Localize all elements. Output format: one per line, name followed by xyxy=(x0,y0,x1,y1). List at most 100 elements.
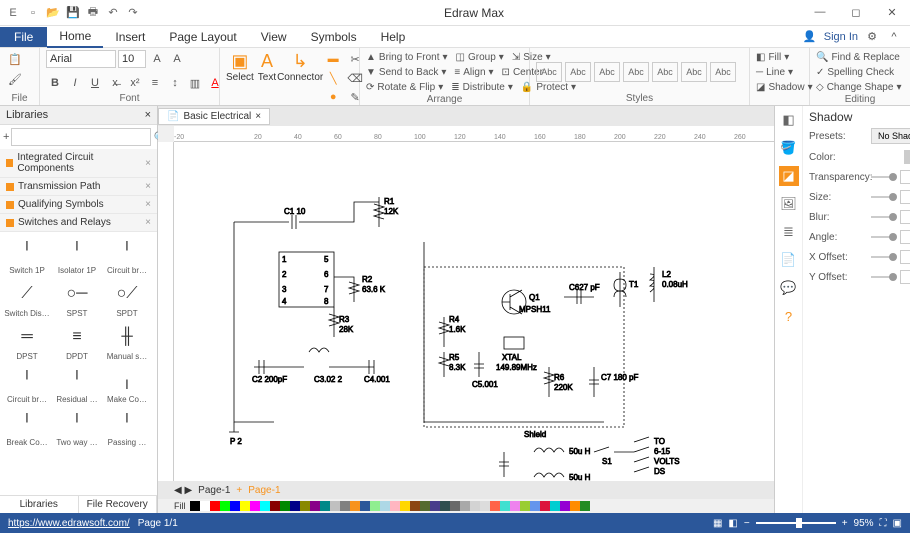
libtab-file-recovery[interactable]: File Recovery xyxy=(79,496,158,513)
list-item[interactable]: ○─SPST xyxy=(54,279,100,318)
libcat-1[interactable]: Transmission Path× xyxy=(0,178,157,196)
help-icon[interactable]: ? xyxy=(779,306,799,326)
comment-icon[interactable]: 💬 xyxy=(779,278,799,298)
paste-icon[interactable]: 📋 xyxy=(6,50,24,68)
shadow-icon[interactable]: ◪ xyxy=(779,166,799,186)
close-icon[interactable]: ✕ xyxy=(878,6,906,19)
linespace-icon[interactable]: ↕ xyxy=(166,74,184,92)
color-swatch[interactable] xyxy=(410,501,420,511)
underline-icon[interactable]: U xyxy=(86,74,104,92)
style-3[interactable]: Abc xyxy=(594,62,620,82)
libcat-3[interactable]: Switches and Relays× xyxy=(0,214,157,232)
size-value[interactable]: 100 % xyxy=(900,190,910,204)
tab-page-layout[interactable]: Page Layout xyxy=(157,27,248,47)
close-tab-icon[interactable]: × xyxy=(255,111,261,122)
color-swatch[interactable] xyxy=(340,501,350,511)
spelling-button[interactable]: ✓ Spelling Check xyxy=(816,65,894,79)
libcat-0[interactable]: Integrated Circuit Components× xyxy=(0,149,157,178)
color-swatch[interactable] xyxy=(250,501,260,511)
libcat-2[interactable]: Qualifying Symbols× xyxy=(0,196,157,214)
layer-icon[interactable]: ≣ xyxy=(779,222,799,242)
transparency-slider[interactable] xyxy=(871,176,896,178)
list-item[interactable]: ╵Switch 1P xyxy=(4,236,50,275)
xoffset-value[interactable]: 0.00 pt xyxy=(900,250,910,264)
list-item[interactable]: ○⟋SPDT xyxy=(104,279,150,318)
blur-value[interactable]: 3.00 pt xyxy=(900,210,910,224)
color-swatch[interactable] xyxy=(430,501,440,511)
grow-font-icon[interactable]: A xyxy=(148,50,166,68)
angle-slider[interactable] xyxy=(871,236,896,238)
superscript-icon[interactable]: x² xyxy=(126,74,144,92)
tab-insert[interactable]: Insert xyxy=(103,27,157,47)
save-icon[interactable]: 💾 xyxy=(64,4,82,22)
page-icon[interactable]: 📄 xyxy=(779,250,799,270)
color-swatch[interactable] xyxy=(570,501,580,511)
style-6[interactable]: Abc xyxy=(681,62,707,82)
tab-home[interactable]: Home xyxy=(47,26,103,48)
color-swatch[interactable] xyxy=(260,501,270,511)
list-item[interactable]: ═DPST xyxy=(4,322,50,361)
transparency-value[interactable]: 87 % xyxy=(900,170,910,184)
align-button[interactable]: ≡ Align ▾ xyxy=(454,65,493,79)
undo-icon[interactable]: ↶ xyxy=(104,4,122,22)
color-swatch[interactable] xyxy=(370,501,380,511)
blur-slider[interactable] xyxy=(871,216,896,218)
collapse-ribbon-icon[interactable]: ^ xyxy=(886,31,902,43)
color-swatch[interactable] xyxy=(350,501,360,511)
find-replace-button[interactable]: 🔍 Find & Replace xyxy=(816,50,900,64)
color-swatch[interactable] xyxy=(380,501,390,511)
change-shape-button[interactable]: ◇ Change Shape ▾ xyxy=(816,80,901,94)
libtab-libraries[interactable]: Libraries xyxy=(0,496,79,513)
color-swatch[interactable] xyxy=(500,501,510,511)
color-swatch[interactable] xyxy=(280,501,290,511)
color-swatch[interactable] xyxy=(480,501,490,511)
text-tool[interactable]: AText xyxy=(258,50,276,83)
list-item[interactable]: ╵Break Co… xyxy=(4,408,50,447)
group-button[interactable]: ◫ Group ▾ xyxy=(456,50,504,64)
add-page-icon[interactable]: + xyxy=(236,485,242,496)
format-painter-icon[interactable]: 🖌 xyxy=(6,70,24,88)
color-swatch[interactable] xyxy=(390,501,400,511)
fullscreen-icon[interactable]: ▣ xyxy=(893,518,902,529)
style-5[interactable]: Abc xyxy=(652,62,678,82)
open-icon[interactable]: 📂 xyxy=(44,4,62,22)
fill2-icon[interactable]: 🪣 xyxy=(779,138,799,158)
view1-icon[interactable]: ▦ xyxy=(713,518,722,529)
bring-front-button[interactable]: ▲ Bring to Front ▾ xyxy=(366,50,448,64)
strike-icon[interactable]: x̶ xyxy=(106,74,124,92)
connector-tool[interactable]: ↳Connector xyxy=(280,50,320,83)
tab-symbols[interactable]: Symbols xyxy=(299,27,369,47)
list-item[interactable]: ╵Circuit br… xyxy=(4,365,50,404)
color-swatch[interactable] xyxy=(300,501,310,511)
color-swatch[interactable] xyxy=(560,501,570,511)
line-shape-icon[interactable]: ╲ xyxy=(324,69,342,87)
color-swatch[interactable] xyxy=(230,501,240,511)
new-icon[interactable]: ▫ xyxy=(24,4,42,22)
drawing-canvas[interactable]: 1 2 3 4 5 6 7 8 C1 10 R1 12K xyxy=(174,142,774,481)
maximize-icon[interactable]: ◻ xyxy=(842,6,870,19)
list-item[interactable]: ≡DPDT xyxy=(54,322,100,361)
color-swatch[interactable] xyxy=(550,501,560,511)
yoffset-value[interactable]: 0.00 pt xyxy=(900,270,910,284)
color-swatch[interactable] xyxy=(520,501,530,511)
status-url[interactable]: https://www.edrawsoft.com/ xyxy=(8,518,130,529)
distribute-button[interactable]: ≣ Distribute ▾ xyxy=(451,80,513,94)
color-swatch[interactable] xyxy=(210,501,220,511)
zoom-out-icon[interactable]: − xyxy=(744,518,750,529)
line-button[interactable]: ─ Line ▾ xyxy=(756,65,793,79)
color-swatch[interactable] xyxy=(450,501,460,511)
send-back-button[interactable]: ▼ Send to Back ▾ xyxy=(366,65,446,79)
list-item[interactable]: ╷Make Co… xyxy=(104,365,150,404)
color-swatch[interactable] xyxy=(420,501,430,511)
xoffset-slider[interactable] xyxy=(871,256,896,258)
style-1[interactable]: Abc xyxy=(536,62,562,82)
color-picker[interactable] xyxy=(904,150,910,164)
bullets-icon[interactable]: ≡ xyxy=(146,74,164,92)
user-icon[interactable]: 👤 xyxy=(802,30,818,43)
color-swatch[interactable] xyxy=(360,501,370,511)
color-swatch[interactable] xyxy=(580,501,590,511)
rect-shape-icon[interactable]: ▬ xyxy=(324,50,342,68)
add-library-icon[interactable]: + xyxy=(3,128,9,146)
settings-icon[interactable]: ⚙ xyxy=(864,30,880,43)
color-swatch[interactable] xyxy=(470,501,480,511)
